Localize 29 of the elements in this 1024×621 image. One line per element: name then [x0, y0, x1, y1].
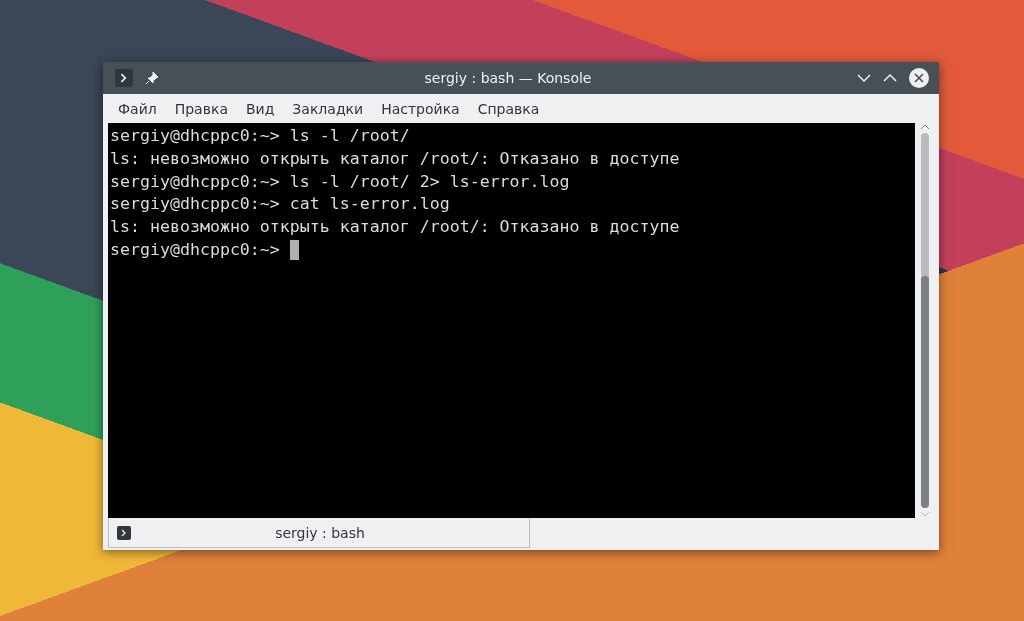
terminal-line: ls: невозможно открыть каталог /root/: Отказано в доступе [110, 216, 680, 239]
window-menu-button[interactable] [115, 69, 133, 87]
terminal-line: ls: невозможно открыть каталог /root/: Отказано в доступе [110, 147, 680, 170]
chevron-down-icon [857, 73, 871, 83]
window-title: sergiy : bash — Konsole [423, 70, 593, 86]
terminal-line: sergiy@dhcppc0:~> ls -l /root/ [110, 125, 410, 147]
menu-item[interactable]: Настройка [372, 100, 469, 117]
terminal-line: sergiy@dhcppc0:~> [110, 239, 280, 261]
menu-item[interactable]: Файл [109, 100, 166, 117]
minimize-button[interactable] [857, 73, 871, 83]
chevron-up-icon [883, 73, 897, 83]
scroll-up-icon [920, 123, 930, 131]
menu-item[interactable]: Вид [236, 100, 284, 117]
terminal-line: sergiy@dhcppc0:~> cat ls-error.log [110, 193, 450, 216]
menu-item[interactable]: Справка [468, 100, 549, 117]
pin-button[interactable] [145, 71, 159, 85]
scroll-down-icon [920, 510, 930, 518]
menu-item[interactable]: Правка [165, 100, 237, 117]
session-tab[interactable]: sergiy : bash [108, 518, 530, 548]
close-icon [909, 68, 929, 88]
terminal-area[interactable] [108, 123, 915, 518]
terminal-icon [115, 69, 133, 87]
terminal-icon [117, 525, 131, 540]
terminal-line: sergiy@dhcppc0:~> ls -l /root/ 2> ls-error.log [110, 170, 570, 193]
maximize-button[interactable] [883, 73, 897, 83]
pin-icon [145, 71, 159, 85]
menu-item[interactable]: Закладки [283, 100, 373, 117]
close-button[interactable] [909, 68, 929, 88]
scrollbar-thumb[interactable] [921, 275, 929, 508]
